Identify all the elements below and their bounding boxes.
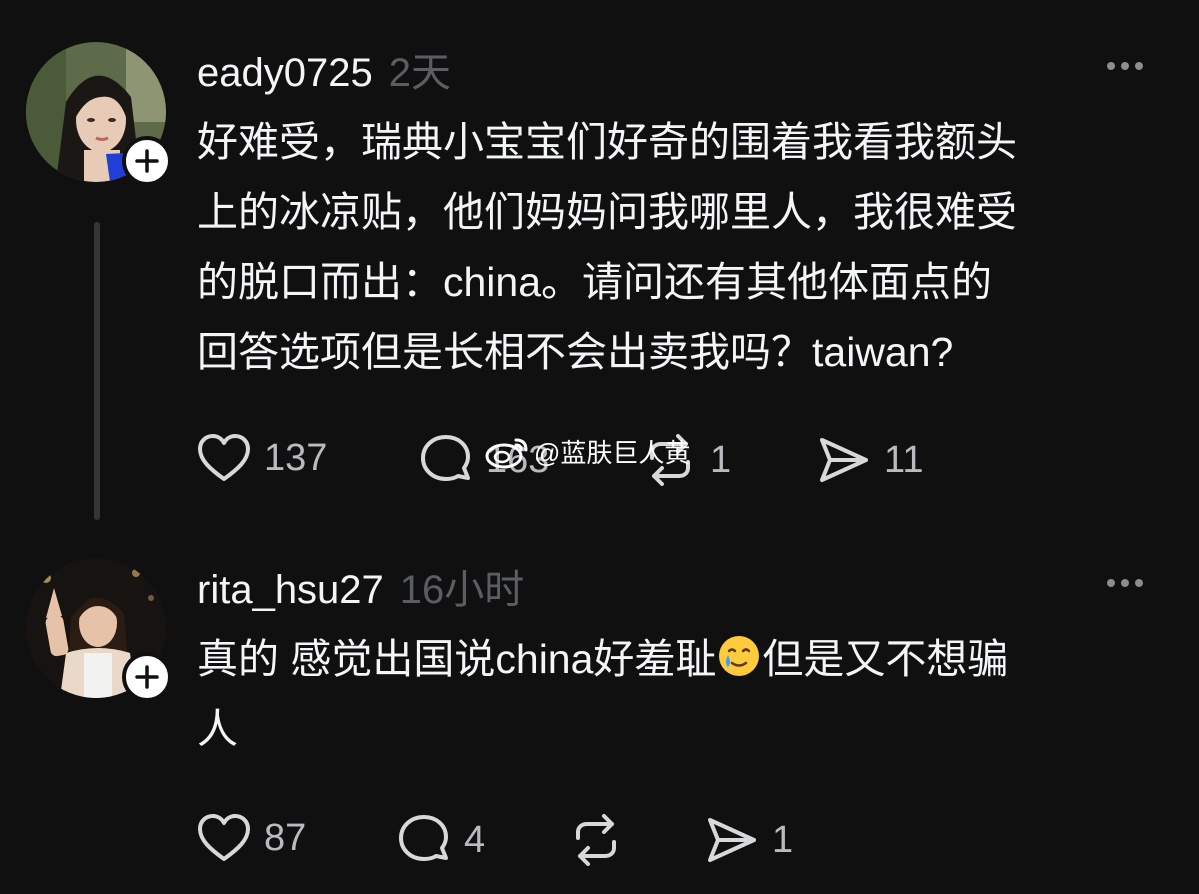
- follow-button[interactable]: [122, 136, 172, 186]
- weibo-icon: [485, 438, 528, 468]
- timestamp: 2天: [388, 51, 451, 95]
- plus-icon: [135, 149, 159, 173]
- send-icon: [820, 438, 868, 482]
- share-button[interactable]: 1: [704, 812, 793, 868]
- heart-icon: [198, 814, 250, 861]
- like-button[interactable]: 87: [196, 812, 306, 864]
- post-text-part-1: 真的 感觉出国说china好羞耻: [197, 636, 717, 682]
- more-options-button[interactable]: [1107, 62, 1143, 70]
- post-header: eady0725 2天: [197, 40, 451, 98]
- plus-icon: [135, 665, 159, 689]
- post-2: rita_hsu27 16小时 真的 感觉出国说china好羞耻 但是又不想骗 …: [0, 540, 1199, 894]
- reply-button[interactable]: 4: [396, 812, 485, 868]
- username[interactable]: rita_hsu27: [197, 568, 384, 613]
- post-text: 好难受，瑞典小宝宝们好奇的围着我看我额头 上的冰凉贴，他们妈妈问我哪里人，我很难…: [197, 119, 1017, 375]
- share-count: 11: [884, 438, 924, 481]
- more-dot: [1135, 579, 1143, 587]
- post-header: rita_hsu27 16小时: [197, 557, 524, 615]
- more-dot: [1121, 62, 1129, 70]
- like-count: 87: [264, 816, 307, 859]
- username[interactable]: eady0725: [197, 51, 373, 96]
- repost-arrows-icon: [576, 814, 616, 866]
- more-dot: [1121, 579, 1129, 587]
- repost-button[interactable]: [568, 812, 636, 868]
- send-icon: [708, 818, 756, 862]
- more-dot: [1135, 62, 1143, 70]
- more-dots-icon: [1107, 62, 1115, 70]
- follow-button[interactable]: [122, 652, 172, 702]
- like-count: 137: [264, 436, 328, 479]
- reply-count: 4: [464, 818, 486, 861]
- like-button[interactable]: 137: [196, 432, 327, 484]
- smiling-face-with-tear-icon: [719, 636, 760, 676]
- more-dots-icon: [1107, 579, 1115, 587]
- timestamp: 16小时: [399, 568, 525, 612]
- more-options-button[interactable]: [1107, 579, 1143, 587]
- repost-count: 1: [710, 438, 732, 481]
- thread-line: [94, 222, 100, 520]
- post-text: 真的 感觉出国说china好羞耻 但是又不想骗 人: [197, 624, 1167, 764]
- watermark-text: @蓝肤巨人黄: [534, 438, 691, 468]
- heart-icon: [198, 434, 250, 481]
- watermark: @蓝肤巨人黄: [484, 433, 690, 470]
- comment-bubble-icon: [399, 815, 448, 861]
- share-button[interactable]: 11: [816, 432, 923, 488]
- share-count: 1: [772, 818, 794, 861]
- comment-bubble-icon: [421, 435, 470, 481]
